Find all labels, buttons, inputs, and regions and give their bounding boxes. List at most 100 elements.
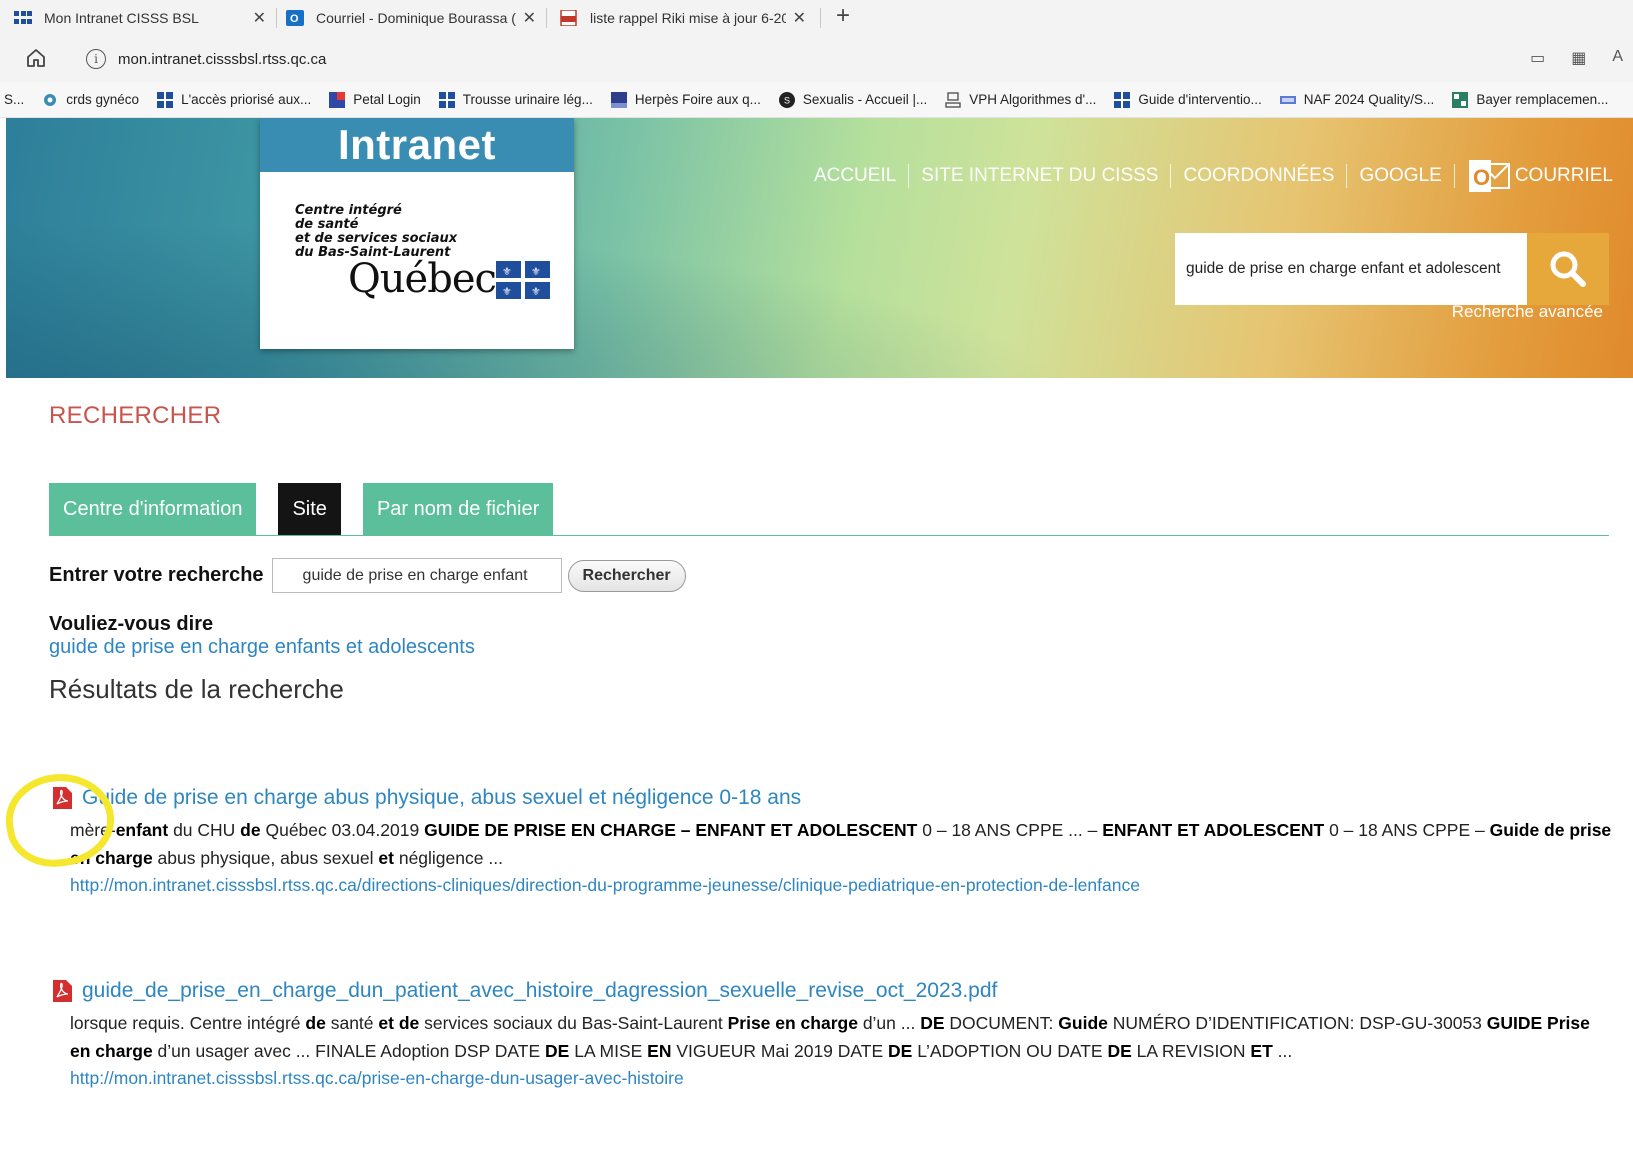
nav-courriel[interactable]: O COURRIEL [1455, 156, 1613, 196]
quebec-flag-icon [157, 91, 174, 108]
bookmark-item[interactable]: VPH Algorithmes d'... [945, 91, 1097, 108]
extensions-grid-icon[interactable]: ▦ [1571, 48, 1586, 68]
nav-coordonnees[interactable]: COORDONNÉES [1171, 165, 1346, 187]
tab-separator [546, 8, 547, 28]
svg-text:O: O [1473, 165, 1490, 190]
search-icon [1550, 251, 1586, 287]
suggestion-link[interactable]: guide de prise en charge enfants et adol… [49, 636, 475, 659]
close-icon[interactable]: ✕ [793, 8, 806, 28]
tab-centre-information[interactable]: Centre d'information [49, 483, 257, 535]
bookmark-label: S... [4, 92, 25, 107]
quebec-flag-icon [438, 91, 455, 108]
tab-title: Mon Intranet CISSS BSL [44, 10, 199, 26]
page-icon [610, 91, 627, 108]
outlook-mail-icon: O [1468, 160, 1510, 192]
search-label: Entrer votre recherche [49, 564, 264, 586]
bookmark-label: VPH Algorithmes d'... [969, 92, 1097, 107]
result-title-row: Guide de prise en charge abus physique, … [52, 786, 1612, 810]
advanced-search-link[interactable]: Recherche avancée [1452, 302, 1603, 322]
browser-tab-courriel[interactable]: O Courriel - Dominique Bourassa (C ✕ [286, 3, 540, 33]
bookmarks-bar: S... crds gynéco L'accès priorisé aux...… [0, 82, 1633, 118]
bookmark-item[interactable]: Herpès Foire aux q... [610, 91, 761, 108]
result-snippet: mère-enfant du CHU de Québec 03.04.2019 … [70, 816, 1612, 872]
page-title: RECHERCHER [49, 402, 222, 429]
outlook-icon: O [286, 10, 304, 26]
logo-line: Centre intégré [295, 203, 402, 218]
nav-accueil[interactable]: ACCUEIL [802, 165, 908, 187]
read-aloud-icon[interactable]: A [1612, 48, 1623, 68]
bookmark-label: Petal Login [353, 92, 421, 107]
bookmark-label: crds gynéco [66, 92, 140, 107]
nav-google[interactable]: GOOGLE [1347, 165, 1453, 187]
url-box[interactable]: i mon.intranet.cisssbsl.rtss.qc.ca [68, 42, 1468, 76]
header-search-button[interactable] [1527, 233, 1609, 305]
tab-par-nom-fichier[interactable]: Par nom de fichier [362, 483, 554, 535]
logo-quebec-wordmark: Québec [348, 256, 497, 302]
search-scope-tabs: Centre d'information Site Par nom de fic… [49, 483, 554, 535]
search-form: Entrer votre recherche Rechercher [49, 558, 686, 593]
address-bar-actions: ▭ ▦ A [1530, 48, 1633, 68]
svg-text:S: S [784, 95, 790, 105]
svg-text:O: O [290, 13, 299, 25]
result-title-link[interactable]: Guide de prise en charge abus physique, … [82, 786, 801, 810]
result-title-row: guide_de_prise_en_charge_dun_patient_ave… [52, 979, 1612, 1003]
snippet-text: lorsque requis. Centre intégré de santé … [70, 1013, 1590, 1061]
tab-site[interactable]: Site [278, 483, 341, 535]
site-info-icon[interactable]: i [86, 49, 106, 69]
search-button[interactable]: Rechercher [567, 559, 686, 592]
result-url[interactable]: http://mon.intranet.cisssbsl.rtss.qc.ca/… [70, 1065, 1612, 1091]
nav-site-internet[interactable]: SITE INTERNET DU CISSS [909, 165, 1170, 187]
result-snippet: lorsque requis. Centre intégré de santé … [70, 1009, 1612, 1065]
url-text[interactable]: mon.intranet.cisssbsl.rtss.qc.ca [118, 51, 326, 68]
header-search-box [1175, 233, 1527, 305]
bookmark-label: NAF 2024 Quality/S... [1303, 92, 1435, 107]
bookmark-label: Bayer remplacemen... [1476, 92, 1609, 107]
results-heading: Résultats de la recherche [49, 674, 344, 704]
logo-title: Intranet [260, 118, 574, 172]
close-icon[interactable]: ✕ [523, 8, 536, 28]
main-content: RECHERCHER Centre d'information Site Par… [6, 378, 1633, 1175]
logo-line: et de services sociaux [295, 231, 458, 246]
browser-tab-bar: Mon Intranet CISSS BSL ✕ O Courriel - Do… [0, 0, 1633, 36]
spelling-suggestion: Vouliez-vous dire guide de prise en char… [49, 613, 475, 659]
tab-title: Courriel - Dominique Bourassa (C [316, 10, 516, 26]
bookmark-item[interactable]: crds gynéco [42, 92, 139, 108]
bookmark-label: Sexualis - Accueil |... [802, 92, 928, 107]
svg-text:⚜: ⚜ [502, 286, 512, 298]
sexualis-icon: S [778, 91, 795, 108]
svg-text:⚜: ⚜ [531, 266, 541, 278]
browser-tab-intranet[interactable]: Mon Intranet CISSS BSL ✕ [14, 3, 270, 33]
intranet-logo[interactable]: Intranet Centre intégré de santé et de s… [260, 118, 574, 349]
bookmark-item[interactable]: S Sexualis - Accueil |... [778, 91, 928, 108]
logo-line: de santé [295, 217, 359, 232]
bookmark-item[interactable]: NAF 2024 Quality/S... [1279, 92, 1435, 108]
bookmark-item[interactable]: Bayer remplacemen... [1452, 91, 1609, 108]
tabs-underline [49, 535, 1609, 536]
result-title-link[interactable]: guide_de_prise_en_charge_dun_patient_ave… [82, 979, 997, 1003]
pdf-icon [53, 980, 72, 1002]
tab-separator [820, 8, 821, 28]
home-icon[interactable] [24, 46, 48, 70]
bookmark-item[interactable]: L'accès priorisé aux... [157, 91, 311, 108]
snippet-text: mère-enfant du CHU de Québec 03.04.2019 … [70, 820, 1612, 868]
close-icon[interactable]: ✕ [253, 8, 266, 28]
search-input[interactable] [271, 558, 562, 593]
new-tab-button[interactable]: + [836, 2, 850, 30]
bayer-icon [1452, 91, 1469, 108]
browser-tab-pdf[interactable]: liste rappel Riki mise à jour 6-202 ✕ [560, 3, 810, 33]
header-search-input[interactable] [1186, 260, 1526, 278]
app-available-icon[interactable]: ▭ [1530, 48, 1545, 68]
bookmark-item[interactable]: Petal Login [329, 91, 421, 108]
bookmark-label: Herpès Foire aux q... [634, 92, 761, 107]
nav-courriel-label: COURRIEL [1514, 165, 1613, 187]
search-result: guide_de_prise_en_charge_dun_patient_ave… [52, 979, 1612, 1091]
bookmark-item[interactable]: S... [4, 92, 24, 107]
bookmark-item[interactable]: Trousse urinaire lég... [438, 91, 593, 108]
logo-organization-name: Centre intégré de santé et de services s… [295, 204, 457, 260]
bookmark-item[interactable]: Guide d'interventio... [1114, 91, 1262, 108]
search-result: Guide de prise en charge abus physique, … [52, 786, 1612, 898]
did-you-mean-label: Vouliez-vous dire [49, 613, 214, 635]
tab-title: liste rappel Riki mise à jour 6-202 [590, 10, 786, 26]
result-url[interactable]: http://mon.intranet.cisssbsl.rtss.qc.ca/… [70, 872, 1612, 898]
quebec-flag-icon: ⚜ ⚜ ⚜ ⚜ [496, 261, 550, 299]
